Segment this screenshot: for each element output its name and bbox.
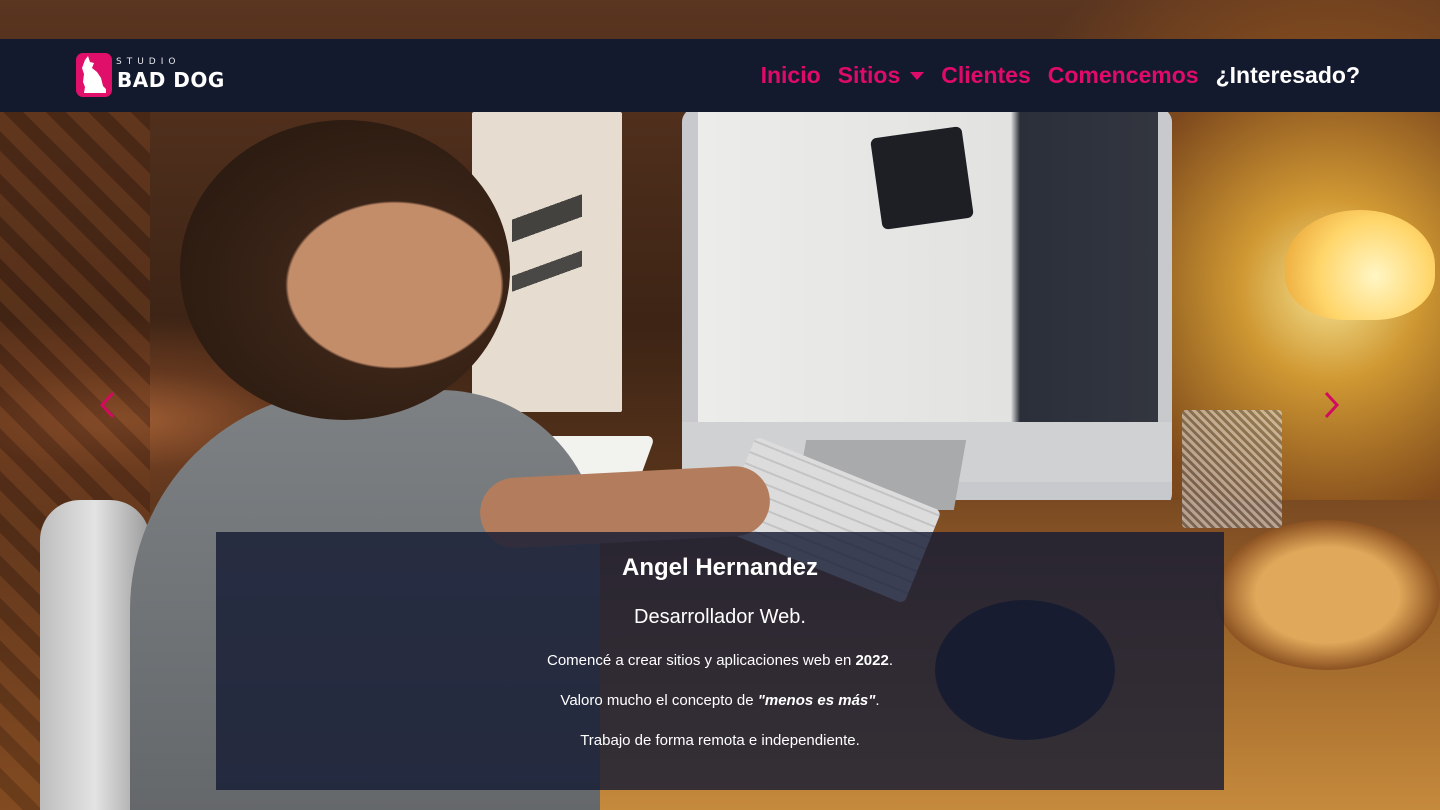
caption-title: Angel Hernandez (621, 554, 819, 581)
navbar: STUDIO BAD DOG Inicio Sitios Clientes Co… (0, 39, 1440, 112)
chevron-right-icon (1324, 391, 1340, 419)
nav-clientes[interactable]: Clientes (941, 62, 1030, 89)
brand-logo[interactable]: STUDIO BAD DOG (76, 53, 226, 99)
nav-comencemos[interactable]: Comencemos (1048, 62, 1199, 89)
caption-line1-suffix: . (888, 652, 894, 669)
carousel-caption: Angel Hernandez Desarrollador Web. Comen… (216, 532, 1224, 790)
screen-tablet-image (870, 126, 974, 230)
caption-line1-prefix: Comencé a crear sitios y aplicaciones we… (546, 652, 856, 669)
dog-icon (76, 53, 112, 97)
nav-sitios-label: Sitios (837, 62, 901, 88)
caret-down-icon (910, 71, 925, 80)
desk-lamp (1285, 210, 1435, 320)
carousel-next-button[interactable] (1311, 385, 1351, 425)
caption-line-remote: Trabajo de forma remota e independiente. (580, 732, 860, 749)
caption-line-start-year: Comencé a crear sitios y aplicaciones we… (216, 652, 1224, 669)
caption-subtitle: Desarrollador Web. (634, 606, 806, 628)
person-head (180, 120, 510, 420)
brand-name: BAD DOG (117, 68, 225, 92)
caption-line2-suffix: . (875, 692, 880, 709)
wood-stump (1215, 520, 1440, 670)
brand-small-text: STUDIO (116, 57, 181, 67)
nav-sitios-dropdown[interactable]: Sitios (838, 62, 925, 89)
nav-inicio[interactable]: Inicio (761, 62, 821, 89)
pencil-cup (1182, 410, 1282, 528)
main-nav: Inicio Sitios Clientes Comencemos ¿Inter… (761, 39, 1360, 112)
nav-interesado[interactable]: ¿Interesado? (1216, 62, 1360, 89)
caption-quote: "menos es más" (757, 692, 876, 709)
carousel-prev-button[interactable] (88, 385, 128, 425)
caption-line2-prefix: Valoro mucho el concepto de (560, 692, 758, 709)
chevron-left-icon (99, 391, 115, 419)
caption-year: 2022 (855, 652, 889, 669)
caption-line-concept: Valoro mucho el concepto de "menos es má… (216, 692, 1224, 709)
